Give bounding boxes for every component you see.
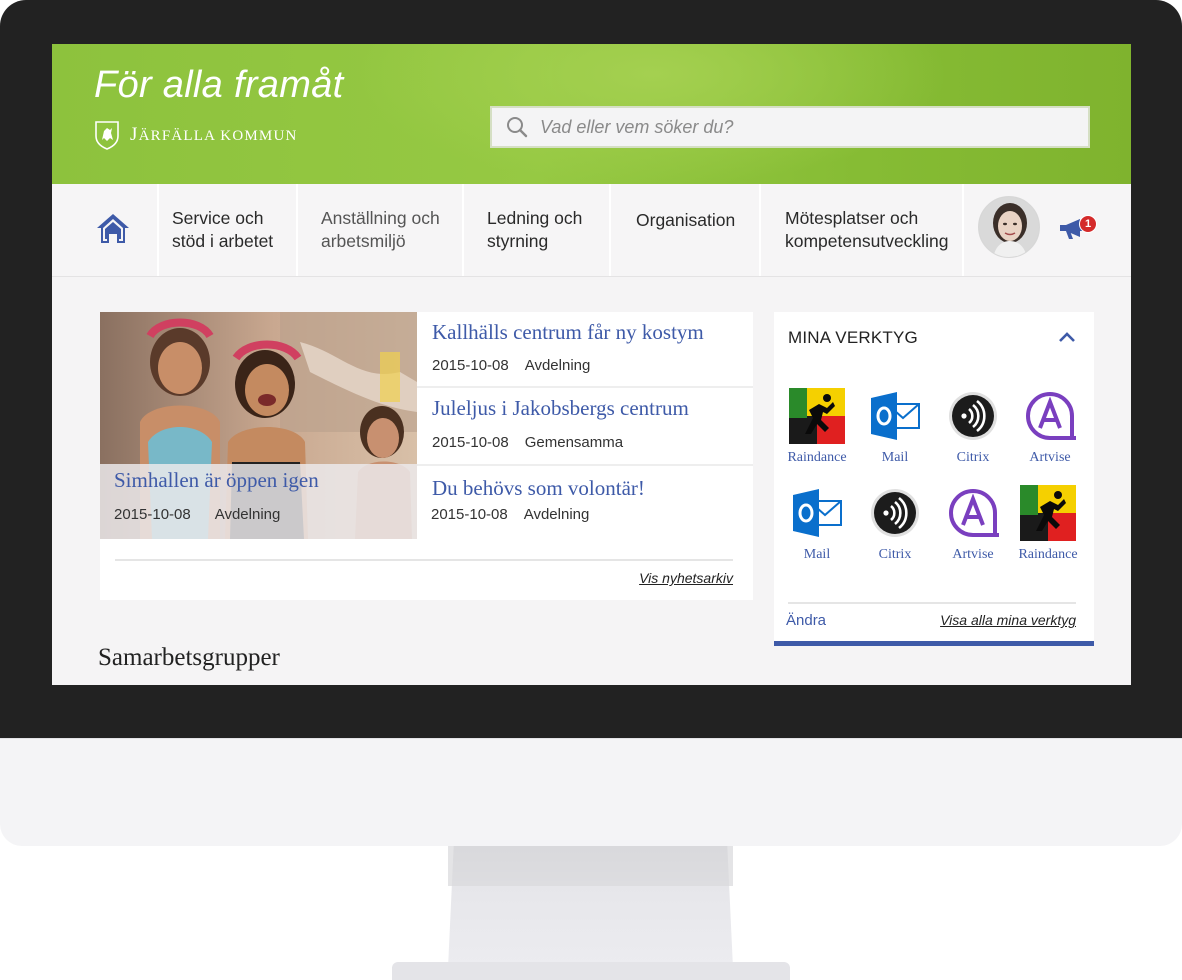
nav-separator — [609, 184, 611, 276]
logo-text: JÄRFÄLLA KOMMUN — [130, 124, 298, 145]
user-avatar[interactable] — [978, 196, 1040, 258]
artvise-icon — [1026, 392, 1076, 440]
news-item[interactable]: Kallhälls centrum får ny kostym 2015-10-… — [417, 312, 753, 388]
search-icon — [507, 117, 528, 138]
mail-icon — [793, 489, 842, 537]
my-tools-title: MINA VERKTYG — [788, 328, 918, 347]
news-item[interactable]: Du behövs som volontär! 2015-10-08 Avdeln… — [417, 466, 753, 539]
tool-label: Artvise — [1029, 450, 1071, 465]
tool-raindance[interactable]: Raindance — [1008, 485, 1088, 563]
monitor-chin — [0, 738, 1182, 846]
nav-item-organisation[interactable]: Organisation — [636, 184, 735, 276]
jarfalla-logo[interactable]: JÄRFÄLLA KOMMUN — [94, 120, 298, 150]
featured-news[interactable]: Simhallen är öppen igen 2015-10-08 Avdeln… — [100, 312, 417, 539]
notification-badge: 1 — [1079, 215, 1097, 233]
nav-separator — [462, 184, 464, 276]
nav-item-anstallning[interactable]: Anställning och arbetsmiljö — [321, 184, 440, 276]
tool-label: Citrix — [878, 547, 912, 562]
nav-separator — [296, 184, 298, 276]
section-title-collaboration-groups: Samarbetsgrupper — [98, 644, 280, 671]
search-box[interactable] — [490, 106, 1090, 148]
nav-separator — [759, 184, 761, 276]
mail-icon — [871, 392, 920, 440]
collapse-button[interactable] — [1058, 330, 1076, 348]
nav-item-ledning[interactable]: Ledning och styrning — [487, 184, 582, 276]
raindance-icon — [789, 388, 845, 444]
search-input[interactable] — [538, 115, 1062, 139]
news-meta: 2015-10-08 Avdelning — [432, 357, 590, 374]
nav-separator — [157, 184, 159, 276]
news-category: Avdelning — [524, 357, 591, 374]
featured-news-meta: 2015-10-08 Avdelning — [114, 506, 280, 523]
raindance-icon — [1020, 485, 1076, 541]
site-tagline: För alla framåt — [94, 64, 344, 106]
intranet-screen: För alla framåt JÄRFÄLLA KOMMUN S — [52, 44, 1131, 685]
tool-label: Raindance — [787, 450, 847, 465]
main-navigation: Service och stöd i arbetet Anställning o… — [52, 184, 1131, 277]
monitor-stand-foot — [392, 962, 790, 980]
news-date: 2015-10-08 — [432, 434, 509, 451]
news-date: 2015-10-08 — [432, 357, 509, 374]
nav-item-service[interactable]: Service och stöd i arbetet — [172, 184, 273, 276]
news-archive-link[interactable]: Vis nyhetsarkiv — [639, 570, 733, 586]
news-category: Gemensamma — [524, 434, 624, 451]
tool-label: Mail — [881, 450, 909, 465]
citrix-icon — [871, 489, 919, 537]
news-title[interactable]: Kallhälls centrum får ny kostym — [432, 320, 704, 345]
site-header: För alla framåt JÄRFÄLLA KOMMUN — [52, 44, 1131, 184]
featured-news-title[interactable]: Simhallen är öppen igen — [114, 468, 319, 493]
coat-of-arms-icon — [95, 121, 119, 150]
tool-citrix[interactable]: Citrix — [933, 388, 1013, 466]
news-divider — [115, 559, 733, 561]
home-icon — [97, 214, 129, 243]
show-all-tools-link[interactable]: Visa alla mina verktyg — [940, 612, 1076, 628]
news-title[interactable]: Du behövs som volontär! — [432, 476, 645, 501]
monitor-stand-band — [448, 846, 733, 886]
nav-separator — [962, 184, 964, 276]
tool-mail[interactable]: Mail — [855, 388, 935, 466]
tool-label: Citrix — [956, 450, 990, 465]
news-title[interactable]: Juleljus i Jakobsbergs centrum — [432, 396, 689, 421]
featured-news-caption: Simhallen är öppen igen 2015-10-08 Avdeln… — [100, 464, 417, 539]
tools-divider — [788, 602, 1076, 604]
my-tools-widget: MINA VERKTYG Raindance Mail Citrix Artvi… — [774, 312, 1094, 646]
artvise-icon — [949, 489, 999, 537]
nav-item-motesplatser[interactable]: Mötesplatser och kompetensutveckling — [785, 184, 948, 276]
tool-citrix[interactable]: Citrix — [855, 485, 935, 563]
tool-label: Artvise — [952, 547, 994, 562]
home-button[interactable] — [96, 212, 130, 249]
tool-mail[interactable]: Mail — [777, 485, 857, 563]
news-panel: Simhallen är öppen igen 2015-10-08 Avdeln… — [100, 312, 753, 600]
citrix-icon — [949, 392, 997, 440]
news-item[interactable]: Juleljus i Jakobsbergs centrum 2015-10-0… — [417, 388, 753, 466]
chevron-up-icon — [1059, 332, 1075, 342]
tool-artvise[interactable]: Artvise — [1010, 388, 1090, 466]
tool-artvise[interactable]: Artvise — [933, 485, 1013, 563]
news-meta: 2015-10-08 Gemensamma — [432, 434, 623, 451]
avatar-photo — [979, 197, 1039, 257]
tool-raindance[interactable]: Raindance — [777, 388, 857, 466]
news-meta: 2015-10-08 Avdelning — [431, 506, 589, 523]
news-date: 2015-10-08 — [431, 506, 508, 523]
tool-label: Raindance — [1018, 547, 1078, 562]
edit-tools-link[interactable]: Ändra — [786, 612, 826, 629]
news-date: 2015-10-08 — [114, 506, 191, 523]
news-category: Avdelning — [523, 506, 590, 523]
news-category: Avdelning — [214, 506, 281, 523]
tool-label: Mail — [803, 547, 831, 562]
